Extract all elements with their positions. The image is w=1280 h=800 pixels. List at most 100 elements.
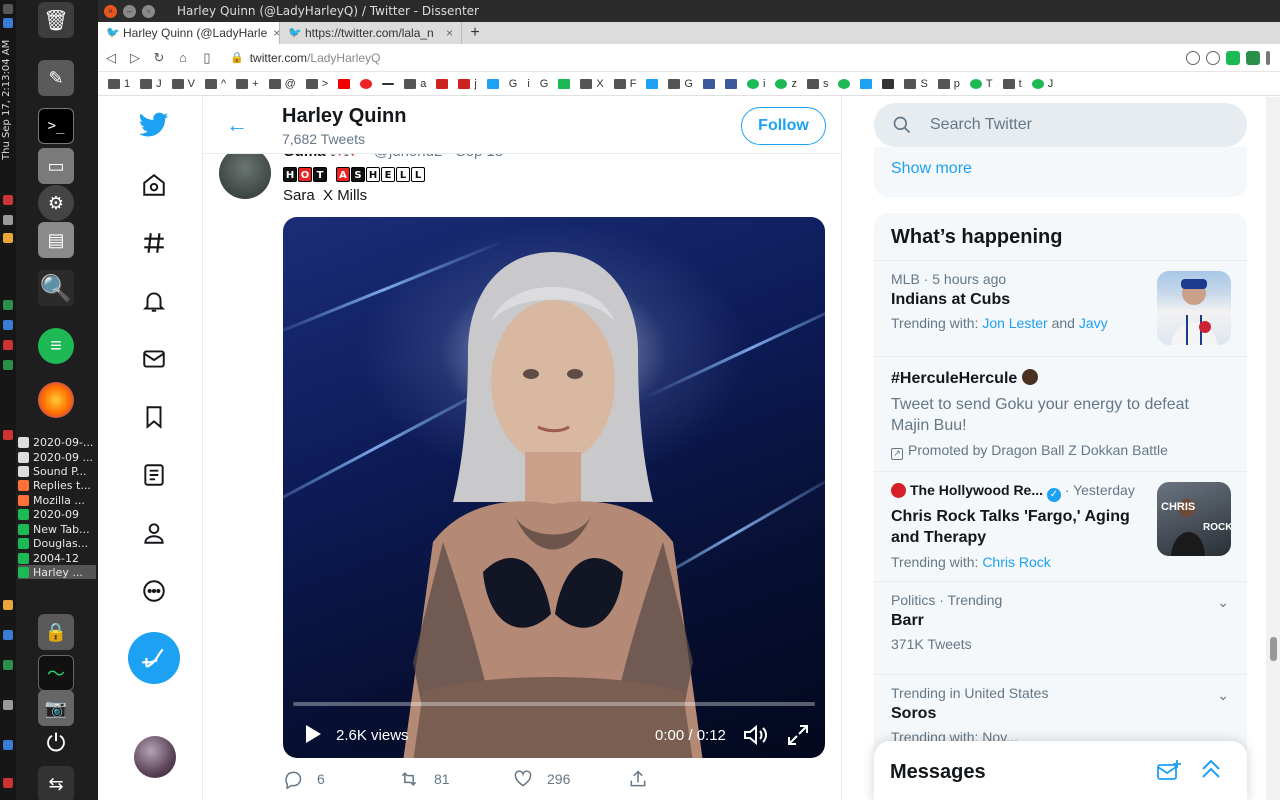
text-editor-icon[interactable]: ✎ <box>38 60 74 96</box>
app-switcher-icon[interactable]: ⇆ <box>38 766 74 800</box>
tray-icon[interactable] <box>3 360 13 370</box>
bookmark-folder[interactable]: F <box>613 78 636 90</box>
bookmark-item[interactable]: j <box>458 78 477 90</box>
bookmark-folder[interactable]: p <box>937 78 960 90</box>
trash-icon[interactable]: 🗑 <box>38 2 74 38</box>
taskbar-window[interactable]: Douglas... <box>18 536 96 550</box>
lock-screen-icon[interactable]: 🔒 <box>38 614 74 650</box>
tray-icon[interactable] <box>3 18 13 28</box>
tray-icon[interactable] <box>3 778 13 788</box>
explore-hashtag-icon[interactable] <box>134 223 174 263</box>
taskbar-window[interactable]: 2020-09-... <box>18 435 96 449</box>
tray-icon[interactable] <box>3 630 13 640</box>
bookmark-item[interactable] <box>702 78 715 89</box>
taskbar-window[interactable]: 2020-09 ... <box>18 450 96 464</box>
tray-icon[interactable] <box>3 340 13 350</box>
address-bar[interactable]: 🔒 twitter.com/LadyHarleyQ <box>224 47 1084 69</box>
chevrons-up-icon[interactable] <box>1199 757 1223 781</box>
trend-item[interactable]: Politics · Trending ⌄ Barr 371K Tweets <box>874 582 1247 675</box>
zoom-icon[interactable] <box>1206 50 1220 65</box>
like-button[interactable]: 296 <box>513 769 628 789</box>
trend-link[interactable]: Javy <box>1079 315 1108 331</box>
bookmark-folder[interactable]: V <box>171 78 195 90</box>
chevron-down-icon[interactable]: ⌄ <box>1217 687 1229 704</box>
bookmark-twitter[interactable] <box>486 78 499 89</box>
taskbar-window[interactable]: 2020-09 <box>18 507 96 521</box>
profile-icon[interactable] <box>134 513 174 553</box>
tray-icon[interactable] <box>3 4 13 14</box>
bookmark-folder[interactable]: > <box>305 78 328 90</box>
bookmark-folder[interactable]: a <box>404 78 426 90</box>
show-more-link[interactable]: Show more <box>891 160 972 178</box>
tray-icon[interactable] <box>3 215 13 225</box>
tray-icon[interactable] <box>3 233 13 243</box>
share-button[interactable] <box>628 769 743 789</box>
new-message-icon[interactable] <box>1156 759 1182 783</box>
bookmark-item[interactable]: J <box>1031 78 1053 90</box>
notifications-bell-icon[interactable] <box>134 281 174 321</box>
tray-icon[interactable] <box>3 195 13 205</box>
bookmark-facebook[interactable] <box>724 78 737 89</box>
taskbar-window[interactable]: 2004-12 <box>18 551 96 565</box>
tray-icon[interactable] <box>3 430 13 440</box>
trend-link[interactable]: Jon Lester <box>982 315 1047 331</box>
bookmark-icon[interactable]: ▯ <box>196 47 218 69</box>
browser-tab[interactable]: 🐦 https://twitter.com/lala_n × <box>280 22 462 44</box>
bookmark-folder[interactable]: S <box>904 78 928 90</box>
bookmark-item[interactable] <box>360 78 373 89</box>
power-icon[interactable]: ⏻ <box>38 726 74 762</box>
trend-link[interactable]: Chris Rock <box>982 554 1050 570</box>
page-scrollbar[interactable] <box>1266 97 1280 800</box>
tweet-video-player[interactable]: 2.6K views 0:00 / 0:12 <box>283 217 825 758</box>
firefox-icon[interactable] <box>38 382 74 418</box>
taskbar-window[interactable]: New Tab... <box>18 522 96 536</box>
tray-icon[interactable] <box>3 700 13 710</box>
volume-icon[interactable] <box>743 724 769 746</box>
video-progress-bar[interactable] <box>293 702 815 706</box>
bookmark-item[interactable]: i <box>527 78 529 90</box>
file-manager-icon[interactable]: ▤ <box>38 222 74 258</box>
bookmark-folder[interactable]: J <box>140 78 162 90</box>
bookmark-item[interactable]: i <box>746 78 765 90</box>
taskbar-window[interactable]: Sound P... <box>18 464 96 478</box>
maximize-window-button[interactable]: ▫ <box>142 4 155 18</box>
taskbar-window[interactable]: Replies t... <box>18 478 96 492</box>
tray-icon[interactable] <box>3 320 13 330</box>
system-monitor-icon[interactable]: 〜 <box>38 655 74 691</box>
twitter-logo-icon[interactable] <box>134 105 174 145</box>
camera-icon[interactable]: 📷 <box>38 690 74 726</box>
reload-icon[interactable]: ↻ <box>148 47 170 69</box>
tray-icon[interactable] <box>3 740 13 750</box>
dissenter-shield-icon[interactable] <box>1246 50 1260 65</box>
bookmark-folder[interactable]: + <box>236 78 259 90</box>
bookmark-folder[interactable]: ^ <box>204 78 226 90</box>
close-window-button[interactable]: × <box>104 4 117 18</box>
bookmark-item[interactable] <box>646 78 659 89</box>
bookmark-folder[interactable]: G <box>668 78 693 90</box>
follow-button[interactable]: Follow <box>741 107 826 145</box>
taskbar-window-active[interactable]: Harley ... <box>18 565 96 579</box>
search-box[interactable]: Search Twitter <box>874 103 1247 147</box>
minimize-window-button[interactable]: – <box>123 4 136 18</box>
trend-item[interactable]: MLB · 5 hours ago Indians at Cubs Trendi… <box>874 261 1247 357</box>
bookmark-item[interactable] <box>838 78 851 89</box>
new-tab-button[interactable]: + <box>462 22 488 44</box>
scrollbar-thumb[interactable] <box>1270 637 1277 661</box>
bookmarks-icon[interactable] <box>134 397 174 437</box>
messages-drawer[interactable]: Messages <box>874 741 1247 800</box>
chevron-down-icon[interactable]: ⌄ <box>1217 594 1229 611</box>
bookmark-item[interactable] <box>436 78 449 89</box>
terminal-icon[interactable]: >_ <box>38 108 74 144</box>
lists-icon[interactable] <box>134 455 174 495</box>
news-trend-item[interactable]: The Hollywood Re... ✓ · Yesterday Chris … <box>874 472 1247 582</box>
reply-button[interactable]: 6 <box>283 769 398 789</box>
close-tab-icon[interactable]: × <box>273 26 279 40</box>
bookmark-item[interactable]: T <box>969 78 993 90</box>
tray-icon[interactable] <box>3 660 13 670</box>
tray-icon[interactable] <box>3 300 13 310</box>
browser-tab-active[interactable]: 🐦 Harley Quinn (@LadyHarle × <box>98 22 280 44</box>
fullscreen-icon[interactable] <box>787 724 809 746</box>
bookmark-item[interactable] <box>558 78 571 89</box>
taskbar-window[interactable]: Mozilla ... <box>18 493 96 507</box>
close-tab-icon[interactable]: × <box>446 26 453 40</box>
